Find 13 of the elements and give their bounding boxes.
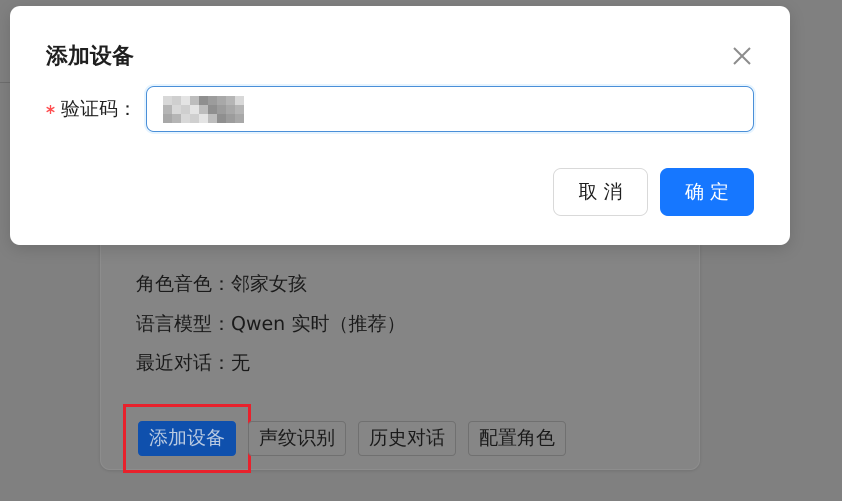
card-button[interactable]: 配置角色	[468, 420, 566, 456]
info-text: 角色音色：邻家女孩	[136, 272, 308, 297]
field-label: 验证码：	[61, 97, 137, 122]
card-button[interactable]: 添加设备	[138, 420, 236, 456]
card-button[interactable]: 历史对话	[358, 420, 456, 456]
info-text: 语言模型：Qwen 实时（推荐）	[136, 312, 406, 336]
dialog-button[interactable]: 取 消	[553, 168, 648, 216]
close-icon[interactable]	[732, 46, 752, 66]
card-button[interactable]: 声纹识别	[248, 420, 346, 456]
dialog-button[interactable]: 确 定	[660, 168, 754, 216]
dialog-title: 添加设备	[46, 43, 134, 71]
input-field[interactable]	[146, 86, 754, 132]
info-text: 最近对话：无	[136, 351, 251, 376]
